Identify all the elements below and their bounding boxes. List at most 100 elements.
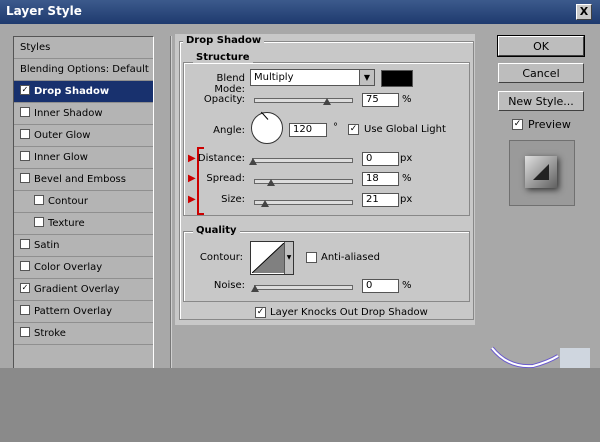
distance-slider[interactable] bbox=[252, 158, 353, 163]
spread-input[interactable]: 18 bbox=[362, 172, 399, 186]
list-item-contour[interactable]: Contour bbox=[14, 191, 153, 213]
list-item-label: Inner Glow bbox=[34, 152, 88, 163]
quality-group bbox=[183, 231, 470, 302]
checkbox[interactable] bbox=[20, 173, 30, 183]
chevron-down-icon[interactable]: ▼ bbox=[284, 242, 293, 274]
distance-slider-thumb[interactable] bbox=[249, 158, 257, 165]
ok-button[interactable]: OK bbox=[497, 35, 585, 57]
list-item-inner-glow[interactable]: Inner Glow bbox=[14, 147, 153, 169]
list-item-inner-shadow[interactable]: Inner Shadow bbox=[14, 103, 153, 125]
list-item-gradient-overlay[interactable]: ✓ Gradient Overlay bbox=[14, 279, 153, 301]
preview-shape bbox=[533, 164, 549, 180]
panel-divider bbox=[170, 36, 172, 368]
noise-label: Noise: bbox=[213, 280, 245, 291]
noise-slider-thumb[interactable] bbox=[251, 285, 259, 292]
canvas-fragment bbox=[490, 346, 590, 369]
list-item-drop-shadow[interactable]: ✓ Drop Shadow bbox=[14, 81, 153, 103]
preview-label: Preview bbox=[528, 118, 571, 131]
styles-header[interactable]: Styles bbox=[14, 37, 153, 59]
contour-picker[interactable]: ▼ bbox=[250, 241, 294, 275]
spread-unit: % bbox=[402, 173, 412, 184]
checkbox[interactable] bbox=[20, 327, 30, 337]
drop-shadow-panel: Drop Shadow Structure Blend Mode: Multip… bbox=[175, 34, 475, 325]
window-title: Layer Style bbox=[6, 4, 82, 18]
checkbox[interactable] bbox=[20, 129, 30, 139]
list-item-pattern-overlay[interactable]: Pattern Overlay bbox=[14, 301, 153, 323]
list-item-label: Satin bbox=[34, 240, 60, 251]
chevron-down-icon[interactable]: ▼ bbox=[359, 70, 374, 85]
checkbox[interactable] bbox=[20, 107, 30, 117]
blend-mode-value: Multiply bbox=[254, 72, 294, 83]
knockout-label: Layer Knocks Out Drop Shadow bbox=[270, 307, 428, 318]
list-item-texture[interactable]: Texture bbox=[14, 213, 153, 235]
opacity-slider[interactable] bbox=[254, 98, 353, 103]
noise-slider[interactable] bbox=[254, 285, 353, 290]
list-item-outer-glow[interactable]: Outer Glow bbox=[14, 125, 153, 147]
size-label: Size: bbox=[221, 194, 245, 205]
checkbox[interactable] bbox=[34, 217, 44, 227]
shadow-color-swatch[interactable] bbox=[381, 70, 413, 87]
styles-list: Styles Blending Options: Default ✓ Drop S… bbox=[13, 36, 154, 370]
checkbox[interactable] bbox=[20, 305, 30, 315]
list-item-label: Gradient Overlay bbox=[34, 284, 120, 295]
list-item-label: Pattern Overlay bbox=[34, 306, 113, 317]
blend-mode-select[interactable]: Multiply ▼ bbox=[250, 69, 375, 86]
quality-title: Quality bbox=[193, 225, 240, 236]
list-item-bevel-emboss[interactable]: Bevel and Emboss bbox=[14, 169, 153, 191]
title-bar[interactable]: Layer Style X bbox=[0, 0, 600, 24]
distance-unit: px bbox=[400, 153, 413, 164]
size-slider-thumb[interactable] bbox=[261, 200, 269, 207]
contour-linear-icon bbox=[252, 243, 284, 273]
anti-aliased-checkbox[interactable] bbox=[306, 252, 317, 263]
list-item-stroke[interactable]: Stroke bbox=[14, 323, 153, 345]
angle-input[interactable]: 120 bbox=[289, 123, 327, 137]
checkbox[interactable]: ✓ bbox=[20, 85, 30, 95]
angle-label: Angle: bbox=[213, 125, 245, 136]
list-item-label: Texture bbox=[48, 218, 85, 229]
cancel-button[interactable]: Cancel bbox=[498, 63, 584, 83]
checkbox[interactable] bbox=[20, 151, 30, 161]
list-item-label: Stroke bbox=[34, 328, 66, 339]
checkbox[interactable] bbox=[20, 261, 30, 271]
contour-label: Contour: bbox=[199, 252, 243, 263]
checkbox[interactable] bbox=[34, 195, 44, 205]
size-unit: px bbox=[400, 194, 413, 205]
structure-title: Structure bbox=[193, 52, 253, 63]
layer-style-dialog: Layer Style X Styles Blending Options: D… bbox=[0, 0, 600, 370]
angle-dial[interactable] bbox=[251, 111, 283, 144]
list-item-label: Drop Shadow bbox=[34, 86, 110, 97]
knockout-checkbox[interactable]: ✓ bbox=[255, 307, 266, 318]
opacity-label: Opacity: bbox=[203, 94, 245, 105]
opacity-input[interactable]: 75 bbox=[362, 93, 399, 107]
list-item-label: Bevel and Emboss bbox=[34, 174, 126, 185]
opacity-slider-thumb[interactable] bbox=[323, 98, 331, 105]
list-item-label: Blending Options: Default bbox=[20, 64, 149, 75]
size-input[interactable]: 21 bbox=[362, 193, 399, 207]
close-button[interactable]: X bbox=[576, 4, 592, 20]
opacity-unit: % bbox=[402, 94, 412, 105]
blend-mode-label: Blend Mode: bbox=[214, 73, 245, 95]
list-item-color-overlay[interactable]: Color Overlay bbox=[14, 257, 153, 279]
spread-slider-thumb[interactable] bbox=[267, 179, 275, 186]
workspace-background bbox=[0, 368, 600, 442]
noise-unit: % bbox=[402, 280, 412, 291]
new-style-button[interactable]: New Style... bbox=[498, 91, 584, 111]
list-item-label: Outer Glow bbox=[34, 130, 91, 141]
list-item-satin[interactable]: Satin bbox=[14, 235, 153, 257]
anti-aliased-label: Anti-aliased bbox=[321, 252, 381, 263]
distance-label: Distance: bbox=[197, 153, 245, 164]
drop-shadow-title: Drop Shadow bbox=[183, 35, 265, 46]
preview-checkbox[interactable]: ✓ bbox=[512, 119, 523, 130]
noise-input[interactable]: 0 bbox=[362, 279, 399, 293]
checkbox[interactable] bbox=[20, 239, 30, 249]
checkbox[interactable]: ✓ bbox=[20, 283, 30, 293]
list-item-blending-options[interactable]: Blending Options: Default bbox=[14, 59, 153, 81]
use-global-light-label: Use Global Light bbox=[364, 124, 446, 135]
list-item-label: Color Overlay bbox=[34, 262, 103, 273]
use-global-light-checkbox[interactable]: ✓ bbox=[348, 124, 359, 135]
angle-unit: ° bbox=[333, 122, 338, 133]
preview-swatch bbox=[525, 156, 557, 188]
preview-thumbnail bbox=[509, 140, 575, 206]
list-item-label: Inner Shadow bbox=[34, 108, 103, 119]
distance-input[interactable]: 0 bbox=[362, 152, 399, 166]
